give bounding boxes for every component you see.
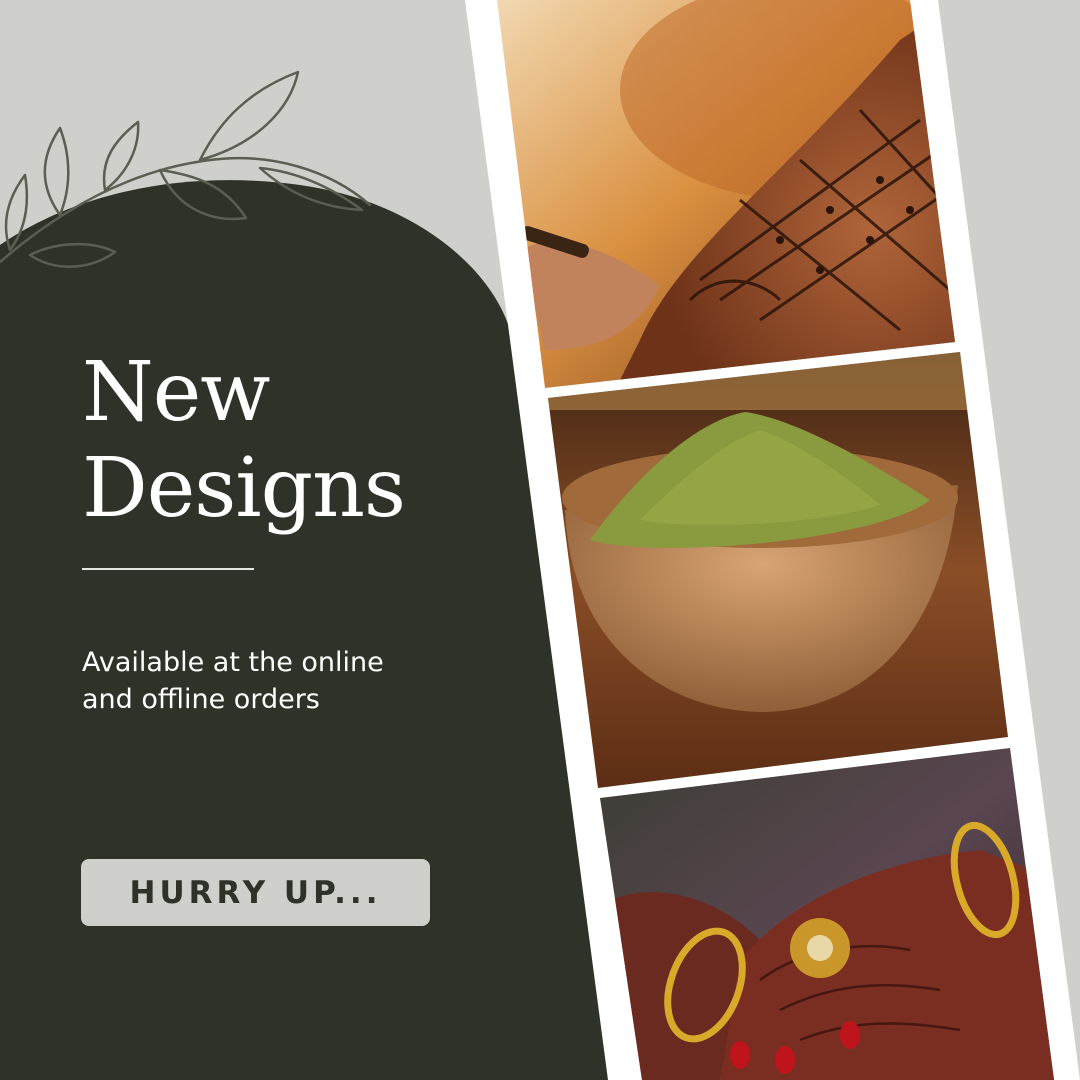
promo-canvas: New Designs Available at the online and … [0, 0, 1080, 1080]
photo-bridal-hands [600, 748, 1054, 1080]
photo-henna-powder-bowl [548, 352, 1008, 788]
photo-strip [465, 0, 1080, 1080]
photo-henna-hand [497, 0, 955, 388]
